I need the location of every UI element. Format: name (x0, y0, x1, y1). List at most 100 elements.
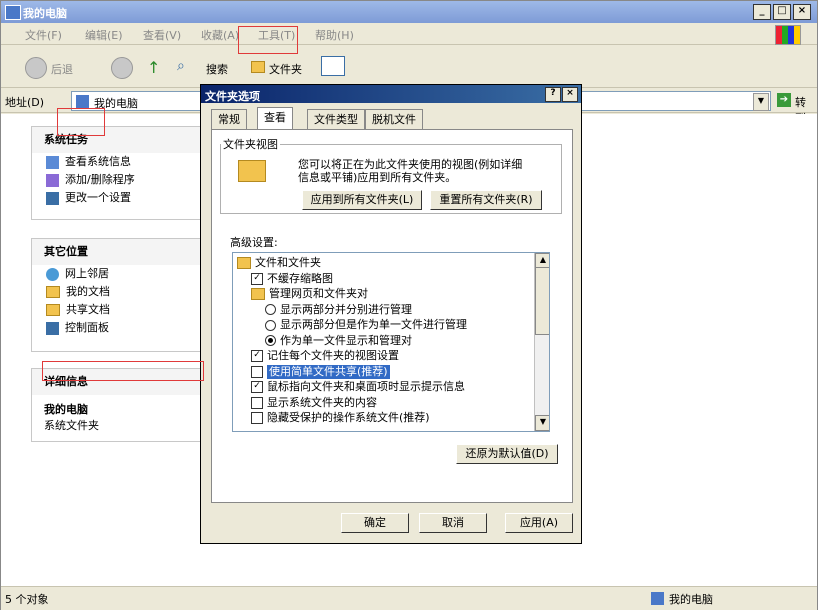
maximize-button[interactable]: □ (773, 4, 791, 20)
restore-defaults-button[interactable]: 还原为默认值(D) (456, 444, 558, 464)
dialog-close-button[interactable]: × (562, 87, 578, 102)
menu-file[interactable]: 文件(F) (25, 27, 62, 43)
radio-button[interactable] (265, 335, 276, 346)
folder-icon (251, 61, 265, 73)
radio-button[interactable] (265, 319, 276, 331)
setting-label: 显示两部分但是作为单一文件进行管理 (280, 318, 467, 331)
control-panel-icon (46, 321, 59, 335)
ok-button[interactable]: 确定 (341, 513, 409, 533)
setting-row[interactable]: 作为单一文件显示和管理对 (265, 334, 412, 348)
details-desc: 系统文件夹 (44, 419, 99, 432)
settings-icon (46, 191, 59, 205)
menu-favorites[interactable]: 收藏(A) (201, 27, 239, 43)
views-icon[interactable] (321, 56, 345, 76)
folder-icon (251, 288, 265, 300)
up-folder-icon[interactable]: ↑ (147, 58, 160, 77)
help-button[interactable]: ? (545, 87, 561, 102)
place-item[interactable]: 我的文档 (32, 283, 202, 301)
place-item[interactable]: 共享文档 (32, 301, 202, 319)
search-icon[interactable]: ⌕ (177, 58, 185, 74)
scrollbar[interactable]: ▲ ▼ (534, 253, 549, 431)
tab-offline-files[interactable]: 脱机文件 (365, 109, 423, 130)
checkbox[interactable] (251, 412, 263, 424)
folder-options-dialog: 文件夹选项 ? × 常规 查看 文件类型 脱机文件 文件夹视图 您可以将正在为此… (200, 84, 582, 544)
minimize-button[interactable]: _ (753, 4, 771, 20)
radio-button[interactable] (265, 304, 276, 315)
tools-menu-highlight (238, 26, 298, 54)
setting-row[interactable]: 管理网页和文件夹对 (251, 287, 368, 301)
chevron-down-icon[interactable]: ▼ (753, 93, 769, 111)
checkbox[interactable] (251, 396, 263, 409)
setting-row[interactable]: 显示两部分但是作为单一文件进行管理 (265, 318, 467, 332)
setting-label: 隐藏受保护的操作系统文件(推荐) (267, 411, 430, 424)
setting-row[interactable]: 隐藏受保护的操作系统文件(推荐) (251, 411, 430, 425)
setting-label: 文件和文件夹 (255, 256, 321, 269)
setting-row[interactable]: 文件和文件夹 (237, 256, 321, 270)
place-item[interactable]: 控制面板 (32, 319, 202, 337)
toolbar: 后退 ↑ ⌕ 搜索 文件夹 (1, 46, 817, 88)
apply-button[interactable]: 应用(A) (505, 513, 573, 533)
address-label: 地址(D) (5, 96, 45, 109)
setting-row[interactable]: ✓ 不缓存缩略图 (251, 272, 333, 286)
view-tab-highlight (57, 108, 105, 136)
menu-bar: 文件(F) 编辑(E) 查看(V) 收藏(A) 工具(T) 帮助(H) (1, 23, 817, 45)
setting-row[interactable]: 显示两部分并分别进行管理 (265, 303, 412, 317)
other-places-panel: 其它位置 网上邻居 我的文档 共享文档 控制面板 (31, 238, 203, 352)
task-item[interactable]: 查看系统信息 (32, 153, 202, 171)
scroll-down-icon[interactable]: ▼ (535, 415, 549, 431)
simple-sharing-highlight (42, 361, 204, 381)
info-icon (46, 155, 59, 169)
programs-icon (46, 173, 59, 187)
status-bar: 5 个对象 我的电脑 (1, 586, 817, 610)
task-item[interactable]: 更改一个设置 (32, 189, 202, 207)
tab-file-types[interactable]: 文件类型 (307, 109, 365, 130)
tab-general[interactable]: 常规 (211, 109, 247, 130)
setting-row[interactable]: 使用简单文件共享(推荐) (251, 364, 390, 379)
search-button[interactable]: 搜索 (206, 61, 228, 77)
setting-row[interactable]: ✓ 鼠标指向文件夹和桌面项时显示提示信息 (251, 380, 465, 394)
reset-all-folders-button[interactable]: 重置所有文件夹(R) (430, 190, 542, 210)
views-desc-line2: 信息或平铺)应用到所有文件夹。 (298, 171, 457, 184)
setting-label: 显示两部分并分别进行管理 (280, 302, 412, 316)
folder-view-icon (238, 160, 266, 182)
cancel-button[interactable]: 取消 (419, 513, 487, 533)
setting-row[interactable]: 显示系统文件夹的内容 (251, 396, 377, 410)
setting-row[interactable]: ✓ 记住每个文件夹的视图设置 (251, 349, 399, 363)
title-bar: 我的电脑 _ □ × (1, 1, 817, 23)
place-item[interactable]: 网上邻居 (32, 265, 202, 283)
setting-label: 显示系统文件夹的内容 (267, 395, 377, 409)
arrow-right-icon: ➔ (777, 93, 791, 107)
setting-label: 不缓存缩略图 (267, 271, 333, 285)
checkbox[interactable] (251, 365, 263, 378)
checkbox[interactable]: ✓ (251, 381, 263, 393)
menu-help[interactable]: 帮助(H) (315, 27, 354, 43)
dialog-title: 文件夹选项 (205, 90, 260, 103)
task-item[interactable]: 添加/删除程序 (32, 171, 202, 189)
close-button[interactable]: × (793, 4, 811, 20)
folder-icon (237, 257, 251, 269)
status-location: 我的电脑 (669, 593, 713, 606)
checkbox[interactable]: ✓ (251, 272, 263, 285)
computer-icon (651, 592, 664, 605)
apply-to-all-folders-button[interactable]: 应用到所有文件夹(L) (302, 190, 422, 210)
setting-label: 作为单一文件显示和管理对 (280, 333, 412, 347)
advanced-settings-label: 高级设置: (230, 236, 278, 249)
setting-label: 使用简单文件共享(推荐) (267, 364, 390, 379)
system-tasks-panel: 系统任务 查看系统信息 添加/删除程序 更改一个设置 (31, 126, 203, 220)
setting-label: 管理网页和文件夹对 (269, 287, 368, 300)
view-tab-panel: 文件夹视图 您可以将正在为此文件夹使用的视图(例如详细 信息或平铺)应用到所有文… (211, 129, 573, 503)
forward-icon[interactable] (111, 57, 133, 79)
folders-button[interactable]: 文件夹 (269, 61, 302, 77)
advanced-settings-list[interactable]: 文件和文件夹 ✓ 不缓存缩略图管理网页和文件夹对显示两部分并分别进行管理显示两部分但… (232, 252, 550, 432)
scroll-thumb[interactable] (535, 267, 549, 335)
back-button[interactable]: 后退 (51, 61, 73, 77)
checkbox[interactable]: ✓ (251, 350, 263, 362)
folder-views-legend: 文件夹视图 (223, 138, 278, 151)
menu-edit[interactable]: 编辑(E) (85, 27, 123, 43)
back-icon[interactable] (25, 57, 47, 79)
panel-title: 其它位置 (32, 239, 202, 265)
menu-view[interactable]: 查看(V) (143, 27, 181, 43)
go-button[interactable]: ➔ 转到 (777, 91, 815, 125)
computer-icon (76, 95, 89, 108)
window-title: 我的电脑 (23, 7, 67, 20)
